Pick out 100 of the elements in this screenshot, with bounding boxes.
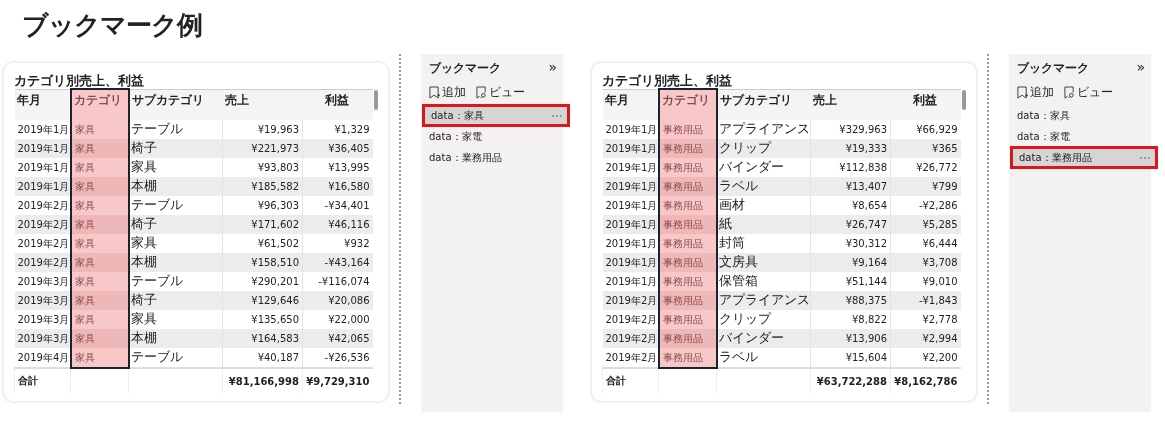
table-cell: テーブル	[128, 272, 223, 291]
table-cell: 紙	[716, 215, 811, 234]
table-cell: 事務用品	[658, 139, 717, 158]
table-cell: 2019年1月	[602, 120, 659, 139]
bookmark-search-icon	[476, 86, 487, 99]
table-cell: ¥13,906	[810, 329, 891, 348]
scrollbar[interactable]	[374, 90, 378, 110]
table-cell: ¥2,994	[890, 329, 961, 348]
bookmark-item[interactable]: data：家具	[423, 105, 569, 126]
total-cell: ¥8,162,786	[894, 375, 958, 387]
column-header[interactable]: 年月	[14, 89, 71, 120]
bookmark-item[interactable]: data：家電	[421, 126, 563, 147]
table-cell: 2019年1月	[602, 139, 659, 158]
column-header[interactable]: 利益	[890, 89, 961, 120]
table-cell: 事務用品	[658, 348, 717, 368]
column-header[interactable]: 利益	[302, 89, 373, 120]
table-cell: 2019年1月	[602, 234, 659, 253]
total-cell: ¥81,166,998	[228, 375, 299, 387]
bookmark-item[interactable]: data：業務用品	[421, 147, 563, 168]
table-cell: 2019年2月	[14, 215, 71, 234]
add-button[interactable]: 追加	[1017, 85, 1054, 100]
total-cell: ¥63,722,288	[816, 375, 887, 387]
table-cell: ¥88,375	[810, 291, 891, 310]
add-button[interactable]: 追加	[429, 85, 466, 100]
table-title: カテゴリ別売上、利益	[14, 73, 145, 88]
table-cell: 家具	[70, 329, 129, 348]
table-cell: 家具	[70, 234, 129, 253]
table-cell: -¥43,164	[302, 253, 373, 272]
table-cell: ¥13,407	[810, 177, 891, 196]
table-cell: テーブル	[128, 120, 223, 139]
table-cell: 事務用品	[658, 272, 717, 291]
table-cell: 2019年1月	[602, 272, 659, 291]
total-label: 合計	[18, 375, 38, 386]
table-cell: ¥185,582	[222, 177, 303, 196]
table-cell: ¥2,200	[890, 348, 961, 368]
bookmark-item[interactable]: data：家電	[1009, 126, 1151, 147]
table-cell: 家具	[70, 158, 129, 177]
more-icon[interactable]	[551, 113, 563, 118]
table-cell: ¥42,065	[302, 329, 373, 348]
table-cell: ¥40,187	[222, 348, 303, 368]
view-button[interactable]: ビュー	[476, 85, 525, 100]
table-cell: ラベル	[716, 177, 811, 196]
table-cell: 家具	[128, 158, 223, 177]
table-cell: 本棚	[128, 177, 223, 196]
table-cell: 事務用品	[658, 215, 717, 234]
table-cell: 2019年1月	[14, 120, 71, 139]
table-cell: 事務用品	[658, 310, 717, 329]
table-cell: 家具	[70, 272, 129, 291]
table-cell: 椅子	[128, 215, 223, 234]
table-cell: クリップ	[716, 310, 811, 329]
more-icon[interactable]	[1139, 155, 1151, 160]
table-cell: ¥171,602	[222, 215, 303, 234]
collapse-button[interactable]: »	[548, 60, 557, 77]
column-header[interactable]: 売上	[810, 89, 891, 120]
bookmark-plus-icon	[429, 86, 440, 99]
table-cell: ¥46,116	[302, 215, 373, 234]
scrollbar[interactable]	[962, 90, 966, 110]
column-header[interactable]: 売上	[222, 89, 303, 120]
table-cell: 2019年4月	[14, 348, 71, 368]
table-cell: 家具	[70, 291, 129, 310]
table-cell: ¥799	[890, 177, 961, 196]
column-header[interactable]: サブカテゴリ	[716, 89, 811, 120]
table-cell: 家具	[70, 310, 129, 329]
table-cell: 2019年1月	[14, 158, 71, 177]
table-cell: 2019年1月	[14, 139, 71, 158]
table-cell: 2019年1月	[602, 215, 659, 234]
collapse-button[interactable]: »	[1136, 60, 1145, 77]
table-cell: 家具	[70, 196, 129, 215]
bookmark-plus-icon	[1017, 86, 1028, 99]
table-cell: -¥1,843	[890, 291, 961, 310]
table-cell: 事務用品	[658, 177, 717, 196]
table-cell: 家具	[128, 234, 223, 253]
table-cell: ¥365	[890, 139, 961, 158]
table-cell: 2019年1月	[602, 253, 659, 272]
table-cell: 椅子	[128, 291, 223, 310]
table-cell: 本棚	[128, 329, 223, 348]
table-cell: 2019年2月	[602, 291, 659, 310]
column-header[interactable]: カテゴリ	[70, 89, 129, 120]
table-cell: 家具	[70, 348, 129, 368]
table-cell: 画材	[716, 196, 811, 215]
table-cell: テーブル	[128, 196, 223, 215]
panel-title: ブックマーク	[429, 60, 501, 77]
table-cell: 事務用品	[658, 329, 717, 348]
bookmark-item[interactable]: data：業務用品	[1011, 147, 1157, 168]
table-cell: 家具	[70, 215, 129, 234]
table-cell: ¥3,708	[890, 253, 961, 272]
bookmark-item[interactable]: data：家具	[1009, 105, 1151, 126]
table-cell: 家具	[70, 120, 129, 139]
table-cell: アプライアンス	[716, 291, 811, 310]
view-button[interactable]: ビュー	[1064, 85, 1113, 100]
column-header[interactable]: 年月	[602, 89, 659, 120]
column-header[interactable]: カテゴリ	[658, 89, 717, 120]
total-cell: ¥9,729,310	[306, 375, 370, 387]
table-cell: 家具	[128, 310, 223, 329]
table-cell: 2019年3月	[14, 310, 71, 329]
table-cell: ¥221,973	[222, 139, 303, 158]
column-header[interactable]: サブカテゴリ	[128, 89, 223, 120]
table-cell: 2019年2月	[14, 253, 71, 272]
panel-title: ブックマーク	[1017, 60, 1089, 77]
table-cell: 2019年3月	[14, 291, 71, 310]
